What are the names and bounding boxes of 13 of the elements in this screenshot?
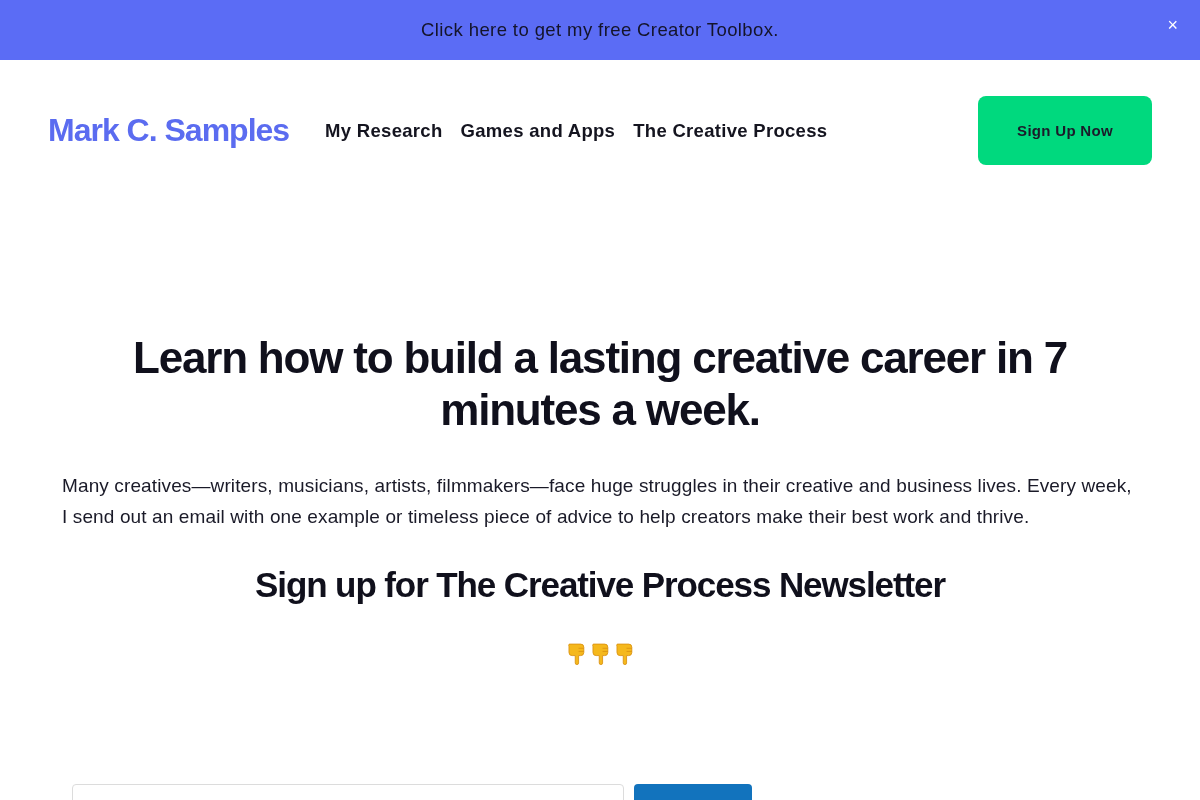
close-button[interactable]: × <box>1163 14 1182 36</box>
pointing-down-hand-icon <box>613 642 635 665</box>
nav-link[interactable]: The Creative Process <box>633 119 828 142</box>
pointing-down-hand-icon <box>589 642 611 665</box>
site-logo[interactable]: Mark C. Samples <box>48 112 290 149</box>
pointing-down-hand-icon <box>565 642 587 665</box>
nav-link[interactable]: Games and Apps <box>460 119 616 142</box>
newsletter-heading: Sign up for The Creative Process Newsletter <box>255 564 945 606</box>
announcement-link[interactable]: Click here to get my free Creator Toolbox. <box>421 19 779 41</box>
sign-up-button[interactable]: Sign Up Now <box>978 96 1152 165</box>
intro-paragraph: Many creatives—writers, musicians, artists, filmmakers—face huge struggles in their creative and business lives. Every week, I send out an email with one example or timeless piece of advice to help creators make their best work and thrive. <box>62 474 1133 529</box>
nav-link[interactable]: My Research <box>325 119 443 142</box>
hero-headline: Learn how to build a lasting creative career in 7 minutes a week. <box>132 332 1068 436</box>
